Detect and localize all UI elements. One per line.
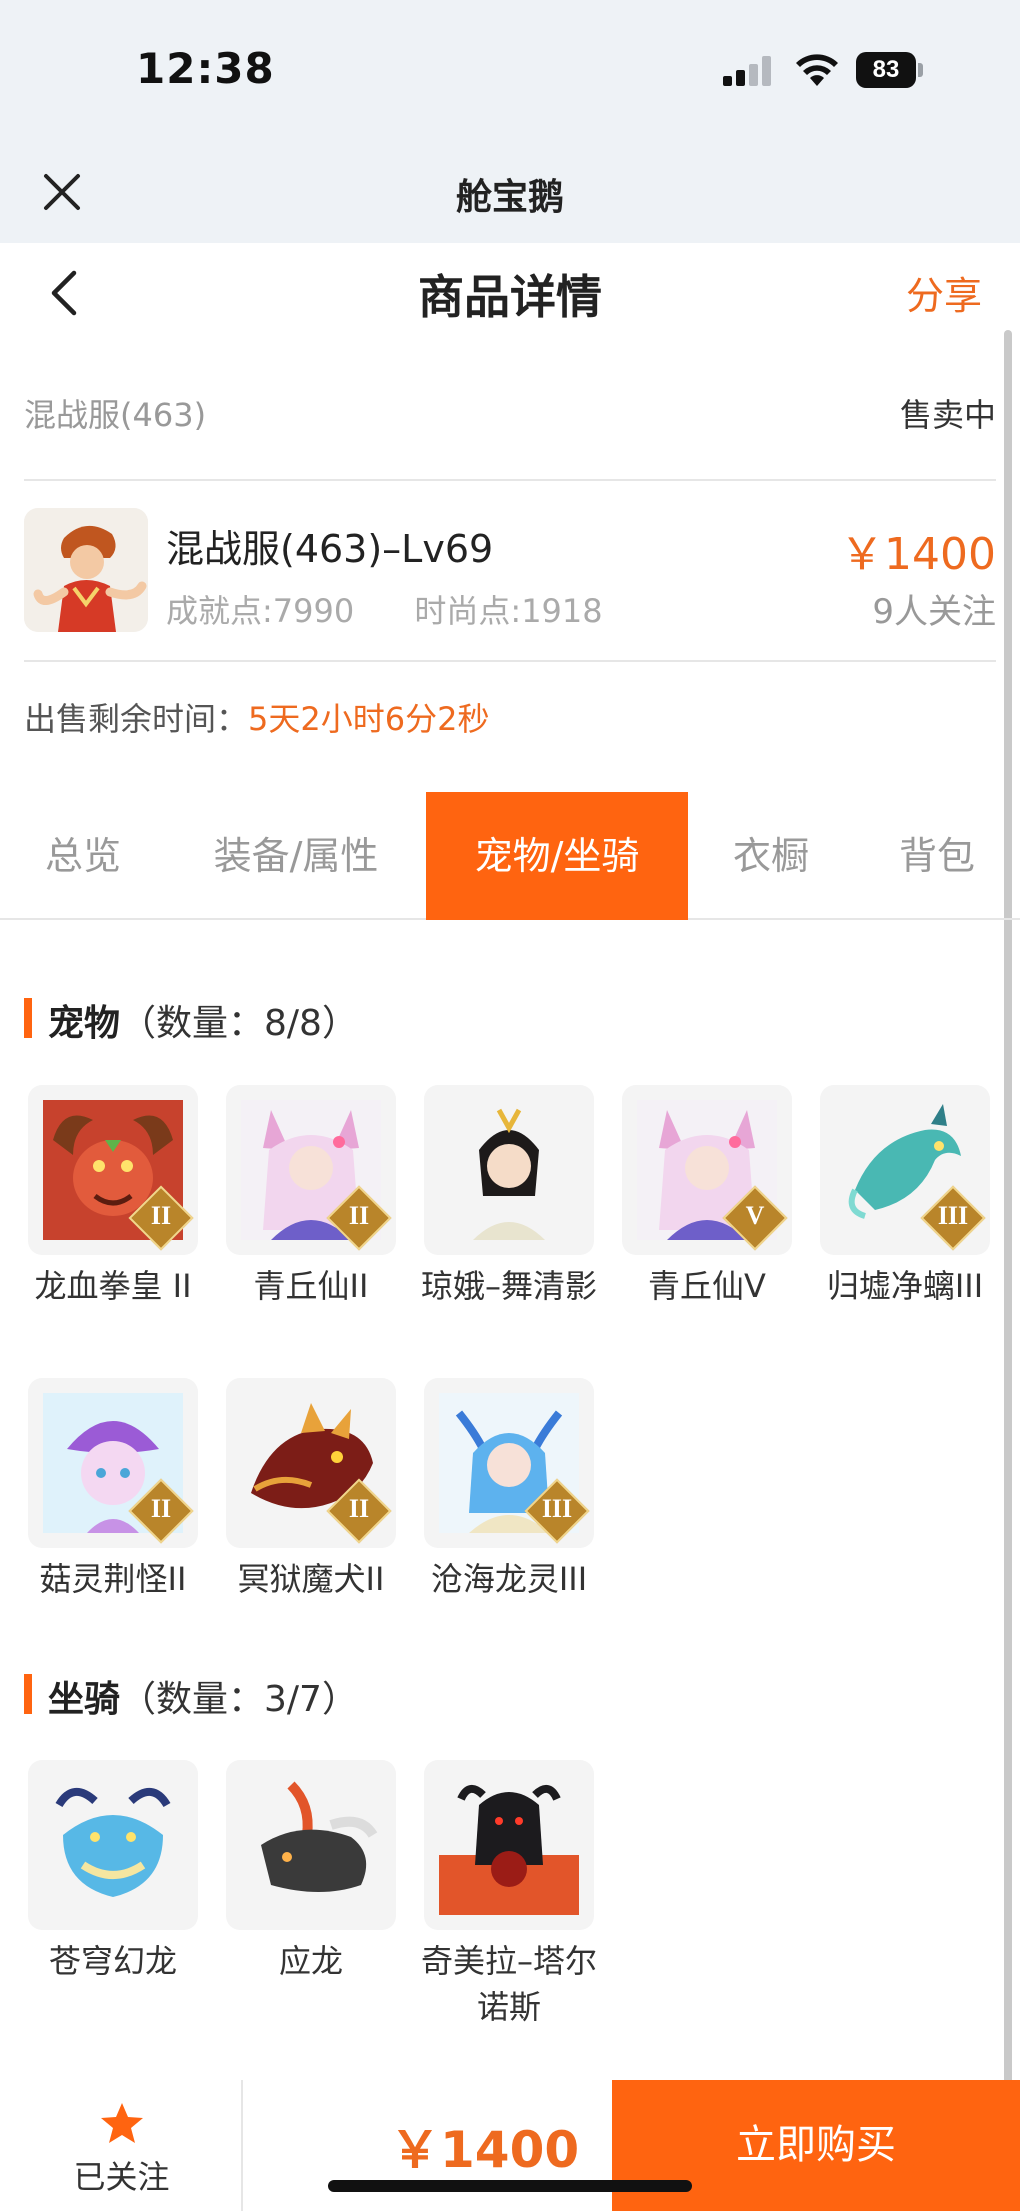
chimera-icon [439, 1775, 579, 1915]
page-nav: 商品详情 分享 [0, 243, 1020, 343]
pet-item[interactable]: V 青丘仙V [612, 1085, 802, 1309]
product-summary: 混战服(463)–Lv69 成就点:7990 时尚点:1918 ￥1400 9人… [24, 508, 996, 636]
share-button[interactable]: 分享 [906, 265, 982, 320]
star-icon [101, 2103, 143, 2143]
remaining-value: 5天2小时6分2秒 [248, 700, 490, 738]
status-time: 12:38 [136, 44, 275, 93]
divider [24, 660, 996, 662]
pet-item[interactable]: II 菇灵荆怪II [18, 1378, 208, 1602]
winged-dragon-icon [241, 1775, 381, 1915]
pets-section-title: 宠物（数量：8/8） [24, 994, 524, 1044]
tab-wardrobe[interactable]: 衣橱 [688, 792, 854, 920]
tab-equipment[interactable]: 装备/属性 [166, 792, 426, 920]
signal-icon [723, 56, 775, 86]
mount-item[interactable]: 应龙 [216, 1760, 406, 1984]
mount-name: 苍穹幻龙 [48, 1942, 177, 1980]
mounts-title: 坐骑 [48, 1679, 121, 1720]
app-title: 舱宝鹅 [455, 177, 564, 218]
tab-pets-mounts[interactable]: 宠物/坐骑 [426, 792, 688, 920]
tab-backpack[interactable]: 背包 [854, 792, 1020, 920]
mount-item[interactable]: 苍穹幻龙 [18, 1760, 208, 1984]
follower-count: 9人关注 [872, 592, 996, 632]
status-bar: 12:38 83 [0, 0, 1020, 140]
follow-label: 已关注 [73, 2158, 170, 2196]
divider [24, 479, 996, 481]
scrollbar[interactable] [1004, 330, 1012, 2090]
product-price: ￥1400 [840, 529, 996, 580]
character-avatar [24, 508, 148, 632]
mount-name: 奇美拉–塔尔诺斯 [420, 1942, 597, 2026]
sky-dragon-icon [43, 1775, 183, 1915]
pet-item[interactable]: III 归墟净螭III [810, 1085, 1000, 1309]
mounts-count: （数量：3/7） [120, 1679, 358, 1720]
mount-item[interactable]: 奇美拉–塔尔诺斯 [414, 1760, 604, 2030]
pet-name: 青丘仙II [253, 1267, 369, 1305]
wifi-icon [796, 54, 838, 86]
sale-status: 售卖中 [899, 396, 996, 434]
pet-name: 青丘仙V [648, 1267, 766, 1305]
bottom-price: ￥1400 [390, 2121, 580, 2179]
pet-name: 归墟净螭III [826, 1267, 984, 1305]
pet-item[interactable]: III 沧海龙灵III [414, 1378, 604, 1602]
page-title: 商品详情 [418, 270, 602, 324]
section-accent-bar [24, 1674, 32, 1714]
pet-name: 菇灵荆怪II [39, 1560, 187, 1598]
achievement-points: 成就点:7990 [166, 592, 355, 630]
pets-count: （数量：8/8） [120, 1003, 358, 1044]
follow-button[interactable]: 已关注 [0, 2080, 243, 2211]
mount-name: 应龙 [278, 1942, 343, 1980]
mounts-section-title: 坐骑（数量：3/7） [24, 1670, 524, 1720]
pet-name: 冥狱魔犬II [237, 1560, 385, 1598]
home-indicator[interactable] [328, 2180, 692, 2192]
pet-item[interactable]: II 冥狱魔犬II [216, 1378, 406, 1602]
section-accent-bar [24, 998, 32, 1038]
pet-item[interactable]: II 龙血拳皇 II [18, 1085, 208, 1309]
battery-icon: 83 [856, 52, 923, 88]
app-bar: 舱宝鹅 [0, 150, 1020, 230]
pet-name: 琼娥–舞清影 [420, 1267, 597, 1305]
remaining-time: 出售剩余时间：5天2小时6分2秒 [24, 694, 489, 740]
dancer-icon [439, 1100, 579, 1240]
pet-item[interactable]: 琼娥–舞清影 [414, 1085, 604, 1309]
app-header: 12:38 83 舱宝鹅 [0, 0, 1020, 243]
fashion-points: 时尚点:1918 [414, 592, 603, 630]
pet-name: 龙血拳皇 II [34, 1267, 192, 1305]
tab-overview[interactable]: 总览 [0, 792, 166, 920]
server-name: 混战服(463) [24, 396, 207, 434]
pet-name: 沧海龙灵III [430, 1560, 588, 1598]
pet-item[interactable]: II 青丘仙II [216, 1085, 406, 1309]
server-row: 混战服(463) 售卖中 [24, 390, 996, 440]
product-name: 混战服(463)–Lv69 [166, 527, 494, 571]
product-stats: 成就点:7990 时尚点:1918 [166, 586, 653, 632]
pets-title: 宠物 [48, 1003, 121, 1044]
remaining-label: 出售剩余时间： [24, 700, 249, 738]
detail-tabs: 总览 装备/属性 宠物/坐骑 衣橱 背包 [0, 792, 1020, 920]
